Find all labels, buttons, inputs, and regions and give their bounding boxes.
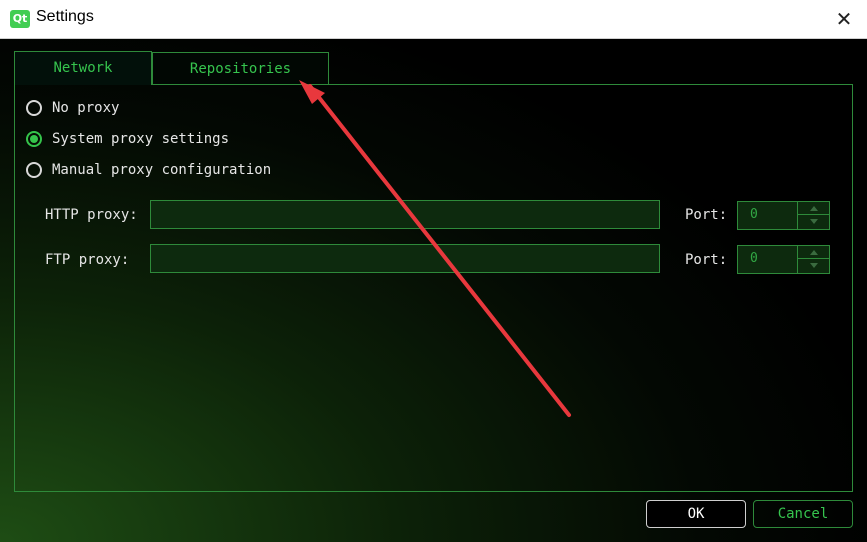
- tab-repositories[interactable]: Repositories: [152, 52, 329, 84]
- ftp-port-spinbox[interactable]: 0: [737, 245, 830, 274]
- tab-network[interactable]: Network: [14, 51, 152, 85]
- window-title: Settings: [36, 8, 94, 25]
- ftp-proxy-input[interactable]: [150, 244, 660, 273]
- http-proxy-input[interactable]: [150, 200, 660, 229]
- ftp-port-up-button[interactable]: [798, 246, 829, 259]
- ftp-port-stepper: [797, 246, 829, 273]
- cancel-button[interactable]: Cancel: [753, 500, 853, 528]
- http-port-up-button[interactable]: [798, 202, 829, 215]
- manual-proxy-label: Manual proxy configuration: [52, 162, 272, 178]
- http-port-spinbox[interactable]: 0: [737, 201, 830, 230]
- no-proxy-label: No proxy: [52, 100, 120, 116]
- http-proxy-label: HTTP proxy:: [45, 207, 138, 223]
- chevron-down-icon: [809, 263, 818, 268]
- close-button[interactable]: ✕: [821, 0, 867, 38]
- system-proxy-label: System proxy settings: [52, 131, 230, 147]
- title-bar: Qt Settings ✕: [0, 0, 867, 39]
- http-port-down-button[interactable]: [798, 215, 829, 228]
- chevron-up-icon: [809, 249, 818, 255]
- ftp-port-label: Port:: [685, 252, 728, 268]
- ftp-port-value: 0: [750, 251, 758, 266]
- ftp-port-down-button[interactable]: [798, 259, 829, 272]
- qt-logo-icon: Qt: [10, 10, 30, 28]
- http-port-stepper: [797, 202, 829, 229]
- settings-dialog-body: Network Repositories No proxy System pro…: [0, 39, 867, 542]
- manual-proxy-option[interactable]: Manual proxy configuration: [26, 160, 271, 180]
- ok-button[interactable]: OK: [646, 500, 746, 528]
- chevron-down-icon: [809, 219, 818, 224]
- no-proxy-radio[interactable]: [26, 100, 42, 116]
- no-proxy-option[interactable]: No proxy: [26, 98, 119, 118]
- ftp-proxy-label: FTP proxy:: [45, 252, 130, 268]
- manual-proxy-radio[interactable]: [26, 162, 42, 178]
- http-port-value: 0: [750, 207, 758, 222]
- chevron-up-icon: [809, 205, 818, 211]
- http-port-label: Port:: [685, 207, 728, 223]
- system-proxy-radio[interactable]: [26, 131, 42, 147]
- system-proxy-option[interactable]: System proxy settings: [26, 129, 229, 149]
